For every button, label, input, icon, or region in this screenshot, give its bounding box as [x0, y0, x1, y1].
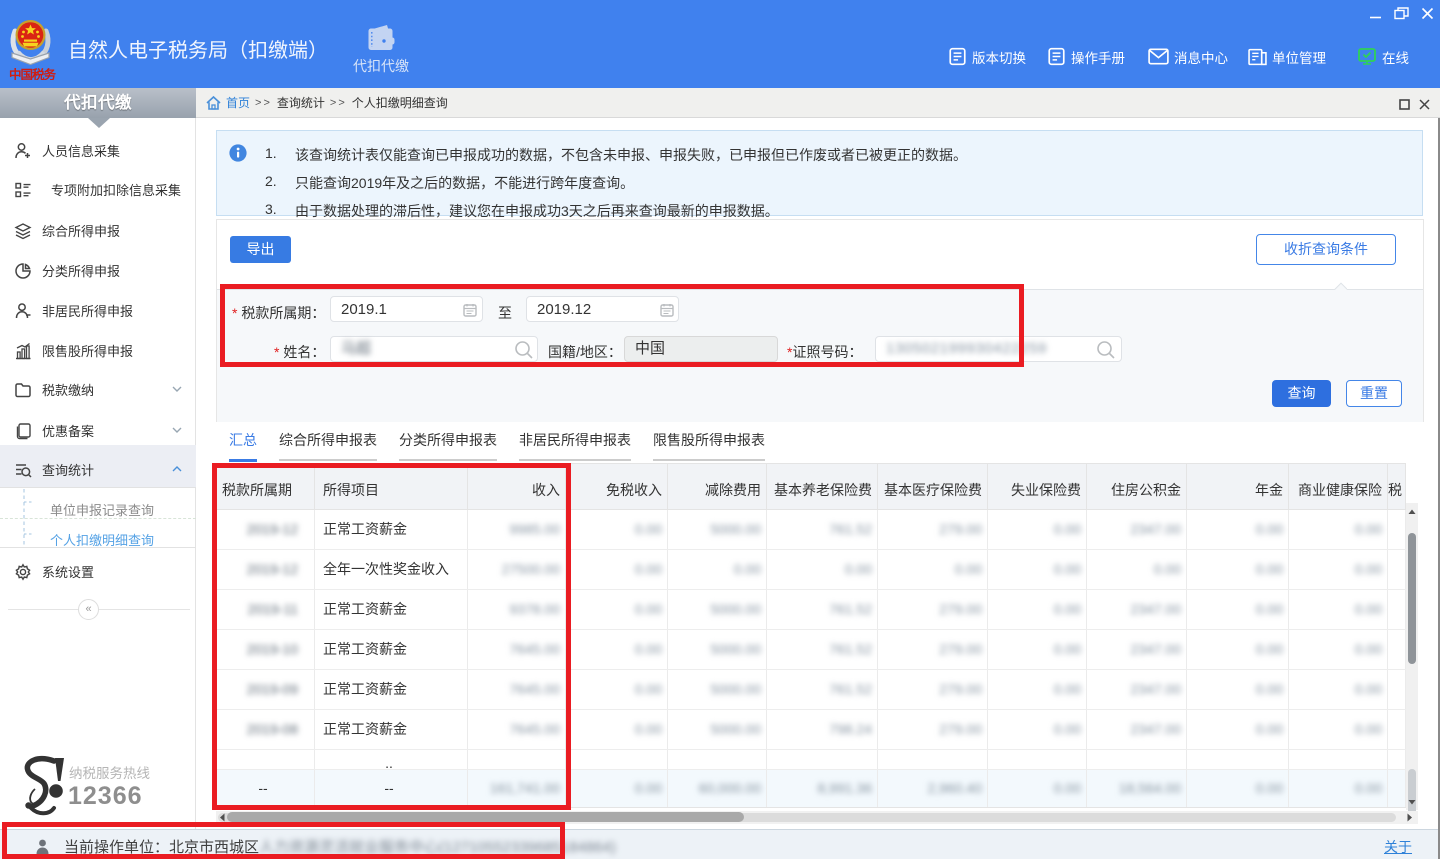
- svg-text:中国税务: 中国税务: [9, 67, 57, 80]
- svg-text:12366: 12366: [68, 782, 143, 810]
- svg-text:纳税服务热线: 纳税服务热线: [69, 766, 150, 781]
